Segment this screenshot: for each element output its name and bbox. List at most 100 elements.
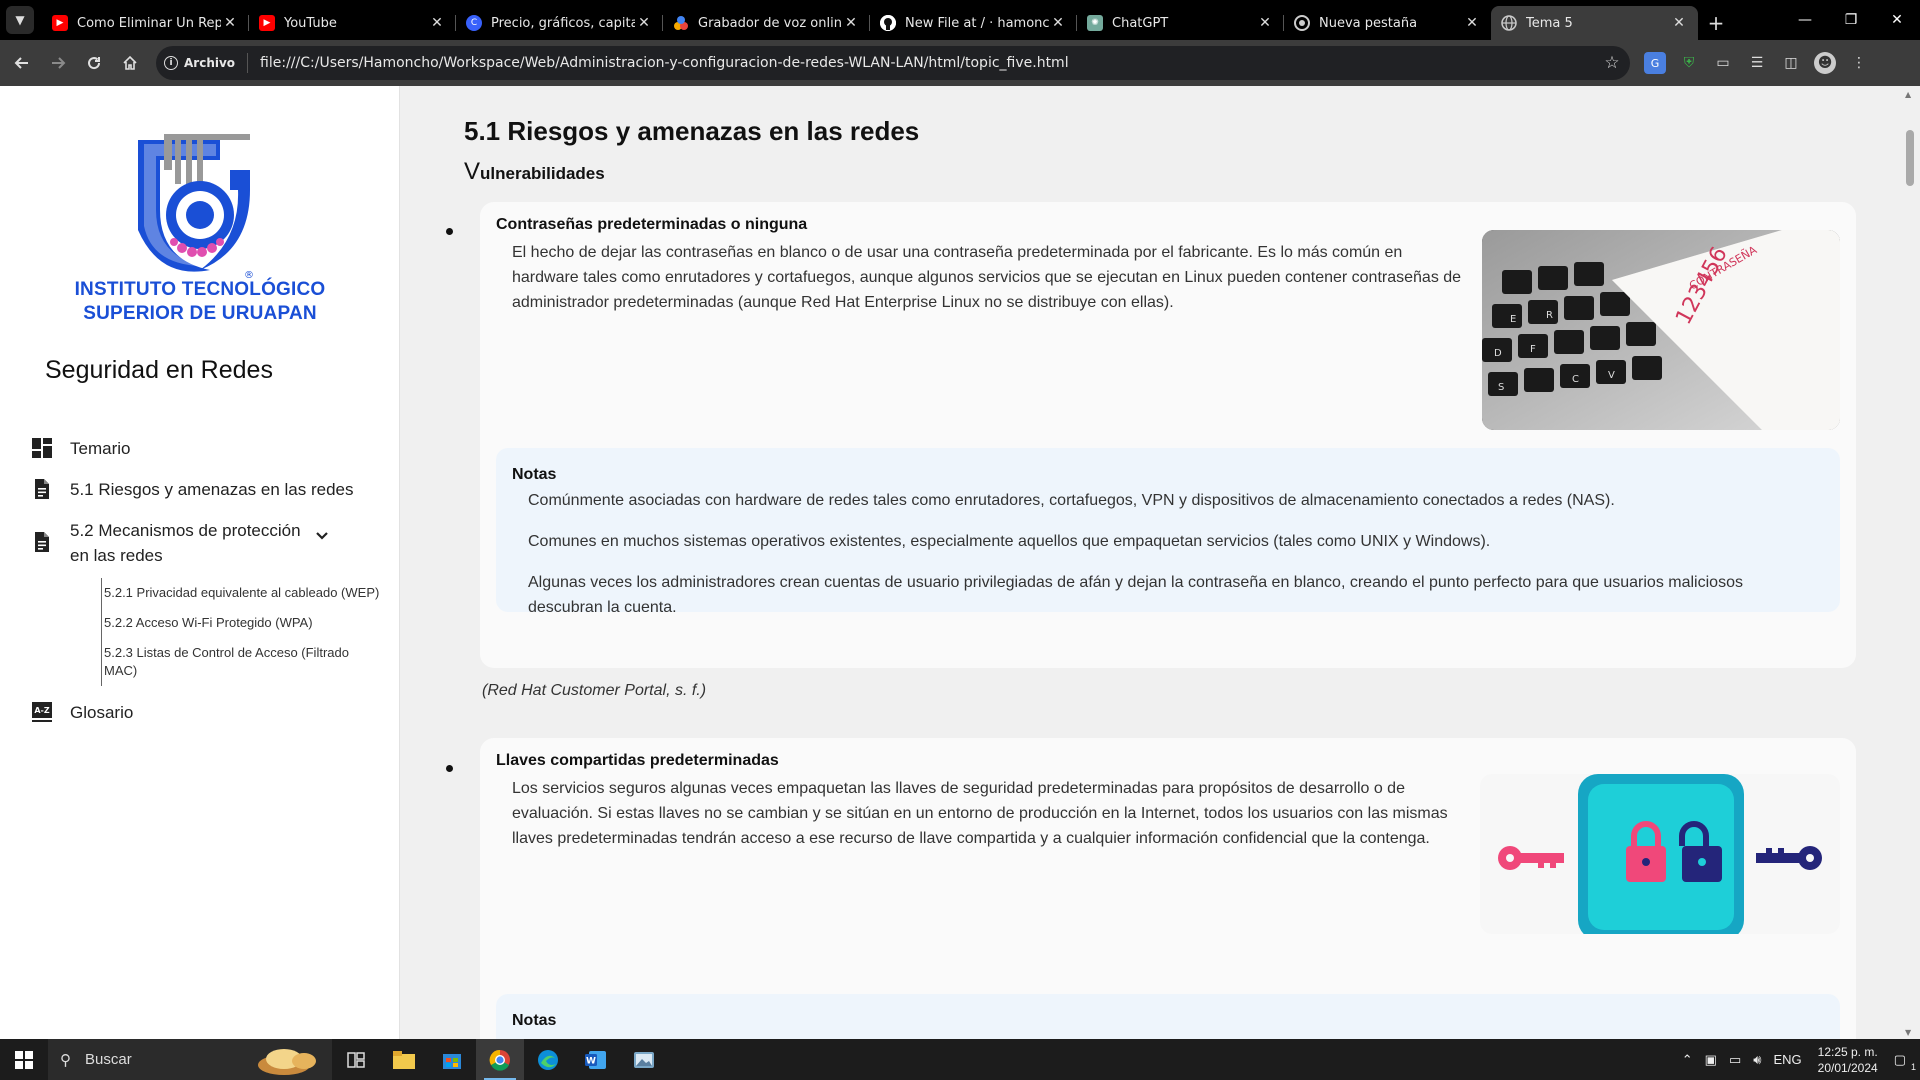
bookmark-star-icon[interactable]: ☆ <box>1594 53 1630 73</box>
taskbar-search[interactable]: ⚲ Buscar <box>48 1039 332 1080</box>
sidebar-subitem-mac[interactable]: 5.2.3 Listas de Control de Acceso (Filtr… <box>72 638 400 686</box>
browser-toolbar: i Archivo file:///C:/Users/Hamoncho/Work… <box>0 40 1920 86</box>
site-info-chip[interactable]: i Archivo <box>164 53 249 73</box>
svg-text:E: E <box>1510 314 1516 325</box>
start-button[interactable] <box>0 1039 48 1080</box>
notes-box: Notas <box>496 994 1840 1039</box>
back-button[interactable] <box>4 45 40 81</box>
window-controls: — ❐ ✕ <box>1782 0 1920 40</box>
sidebar-item-glosario[interactable]: A-Z Glosario <box>30 700 400 725</box>
close-icon[interactable]: ✕ <box>221 15 239 31</box>
close-icon[interactable]: ✕ <box>1256 15 1274 31</box>
clock-date: 20/01/2024 <box>1817 1060 1878 1075</box>
subitem-label: 5.2.1 Privacidad equivalente al cableado… <box>104 585 380 600</box>
bullet-icon <box>446 228 453 235</box>
new-tab-button[interactable]: + <box>1698 6 1734 40</box>
clock[interactable]: 12:25 p. m. 20/01/2024 <box>1808 1044 1888 1076</box>
photos-app[interactable] <box>620 1039 668 1080</box>
subitem-label: 5.2.2 Acceso Wi-Fi Protegido (WPA) <box>104 615 313 630</box>
close-icon[interactable]: ✕ <box>842 15 860 31</box>
browser-tab-active[interactable]: Tema 5 ✕ <box>1491 6 1698 40</box>
restore-button[interactable]: ❐ <box>1828 0 1874 40</box>
meet-now-icon[interactable]: ▣ <box>1699 1052 1723 1068</box>
task-view-icon <box>347 1051 365 1068</box>
edge-app[interactable] <box>524 1039 572 1080</box>
url-text[interactable]: file:///C:/Users/Hamoncho/Workspace/Web/… <box>260 55 1594 71</box>
document-icon <box>35 532 49 552</box>
sidebar-item-temario[interactable]: Temario <box>30 436 400 461</box>
task-view-button[interactable] <box>332 1039 380 1080</box>
site-title: Seguridad en Redes <box>45 356 273 384</box>
home-button[interactable] <box>112 45 148 81</box>
close-icon[interactable]: ✕ <box>428 15 446 31</box>
search-placeholder: Buscar <box>85 1051 132 1068</box>
institute-name-line2: SUPERIOR DE URUAPAN <box>83 303 317 324</box>
menu-kebab-icon[interactable]: ⋮ <box>1848 52 1870 74</box>
browser-tab[interactable]: Grabador de voz online - ✕ <box>663 6 870 40</box>
browser-tab[interactable]: Nueva pestaña ✕ <box>1284 6 1491 40</box>
chevron-down-icon: ▼ <box>15 13 25 27</box>
sidebar-item-riesgos[interactable]: 5.1 Riesgos y amenazas en las redes <box>30 477 400 502</box>
translate-extension-icon[interactable]: G <box>1644 52 1666 74</box>
folder-icon <box>393 1050 415 1069</box>
store-app[interactable] <box>428 1039 476 1080</box>
close-icon[interactable]: ✕ <box>1670 15 1688 31</box>
card-title: Llaves compartidas predeterminadas <box>496 752 779 769</box>
web-page: ® INSTITUTO TECNOLÓGICO SUPERIOR DE URUA… <box>0 86 1920 1039</box>
network-icon[interactable]: ▭ <box>1723 1052 1747 1068</box>
youtube-icon: ▶ <box>259 15 275 31</box>
info-icon: i <box>164 56 178 70</box>
notes-paragraph: Algunas veces los administradores crean … <box>528 574 1743 616</box>
svg-text:C: C <box>1572 374 1579 385</box>
chrome-icon <box>1294 15 1310 31</box>
volume-icon[interactable]: 🔊︎ <box>1747 1052 1767 1068</box>
language-indicator[interactable]: ENG <box>1767 1052 1807 1067</box>
close-icon[interactable]: ✕ <box>1463 15 1481 31</box>
close-icon[interactable]: ✕ <box>635 15 653 31</box>
back-arrow-icon <box>14 57 28 69</box>
notes-title: Notas <box>512 1012 557 1029</box>
close-window-button[interactable]: ✕ <box>1874 0 1920 40</box>
forward-arrow-icon <box>52 57 66 69</box>
tab-title: New File at / · hamoncho/ <box>905 15 1049 31</box>
forward-button[interactable] <box>40 45 76 81</box>
vertical-scrollbar[interactable]: ▲ ▼ <box>1900 86 1920 1039</box>
password-note-image: ERDFSCV CONTRASEÑA 123456 <box>1482 230 1840 430</box>
chrome-app[interactable] <box>476 1039 524 1080</box>
word-app[interactable]: W <box>572 1039 620 1080</box>
chevron-up-icon[interactable]: ⌃ <box>1676 1052 1699 1068</box>
browser-tab[interactable]: New File at / · hamoncho/ ✕ <box>870 6 1077 40</box>
reload-button[interactable] <box>76 45 112 81</box>
browser-tab[interactable]: C Precio, gráficos, capitaliza ✕ <box>456 6 663 40</box>
main-content: 5.1 Riesgos y amenazas en las redes Vuln… <box>400 86 1900 1039</box>
profile-avatar[interactable]: ☻ <box>1814 52 1836 74</box>
side-panel-icon[interactable]: ◫ <box>1780 52 1802 74</box>
scrollbar-thumb[interactable] <box>1906 130 1914 186</box>
sidebar-nav: Temario 5.1 Riesgos y amenazas en las re… <box>30 436 400 741</box>
pink-key-icon <box>1498 846 1564 870</box>
puzzle-extensions-icon[interactable]: ▭ <box>1712 52 1734 74</box>
browser-tab[interactable]: ▶ YouTube ✕ <box>249 6 456 40</box>
card-body: Los servicios seguros algunas veces empa… <box>512 780 1448 847</box>
browser-tab[interactable]: ✺ ChatGPT ✕ <box>1077 6 1284 40</box>
address-bar[interactable]: i Archivo file:///C:/Users/Hamoncho/Work… <box>156 46 1630 80</box>
sidebar-subitem-wpa[interactable]: 5.2.2 Acceso Wi-Fi Protegido (WPA) <box>72 608 400 638</box>
shield-extension-icon[interactable]: ⛨ <box>1678 52 1700 74</box>
notifications-button[interactable]: ▢ 1 <box>1888 1052 1920 1072</box>
chrome-icon <box>489 1049 510 1071</box>
sidebar-item-mecanismos[interactable]: 5.2 Mecanismos de protección en las rede… <box>30 518 400 568</box>
media-control-icon[interactable]: ☰ <box>1746 52 1768 74</box>
minimize-button[interactable]: — <box>1782 0 1828 40</box>
chatgpt-icon: ✺ <box>1087 15 1103 31</box>
clock-time: 12:25 p. m. <box>1817 1044 1878 1059</box>
tab-search-button[interactable]: ▼ <box>6 6 34 34</box>
scroll-up-arrow-icon[interactable]: ▲ <box>1905 90 1911 99</box>
close-icon[interactable]: ✕ <box>1049 15 1067 31</box>
system-tray: ⌃ ▣ ▭ 🔊︎ ENG 12:25 p. m. 20/01/2024 ▢ 1 <box>1676 1039 1920 1080</box>
file-explorer-app[interactable] <box>380 1039 428 1080</box>
chevron-down-icon[interactable] <box>310 528 334 544</box>
browser-tab[interactable]: ▶ Como Eliminar Un Reposi ✕ <box>42 6 249 40</box>
tab-title: YouTube <box>284 15 337 31</box>
scroll-down-arrow-icon[interactable]: ▼ <box>1905 1028 1911 1037</box>
sidebar-subitem-wep[interactable]: 5.2.1 Privacidad equivalente al cableado… <box>72 578 400 608</box>
